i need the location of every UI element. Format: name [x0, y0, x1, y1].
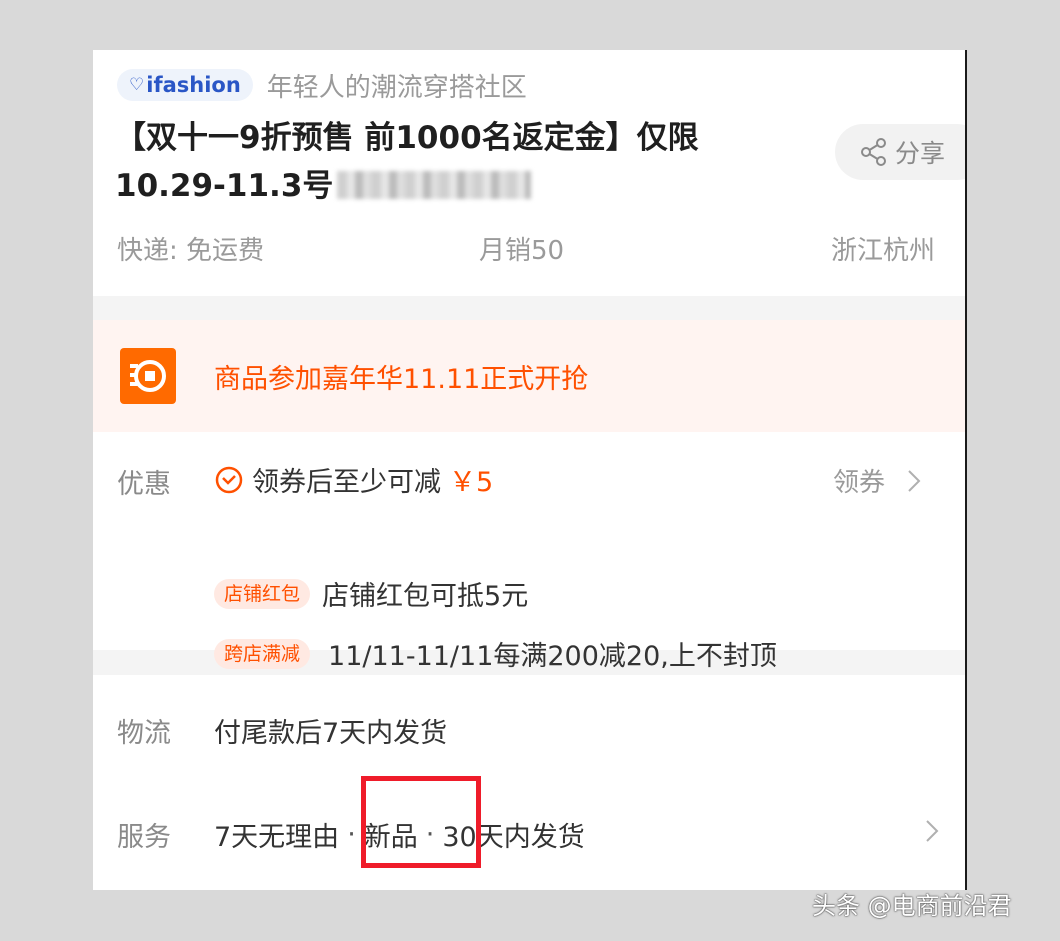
meta-row: 快递: 免运费 月销50 浙江杭州 — [117, 230, 935, 267]
product-title: 【双十一9折预售 前1000名返定金】仅限 10.29-11.3号 — [115, 114, 805, 210]
brand-slogan: 年轻人的潮流穿搭社区 — [266, 72, 527, 103]
coupon-text: 领券后至少可减 — [252, 467, 441, 498]
ship-location: 浙江杭州 — [830, 236, 935, 266]
brand-name: ifashion — [146, 73, 241, 97]
offer-tag: 跨店满减 — [214, 638, 311, 669]
ifashion-logo-icon: ♡ — [129, 75, 145, 95]
offers-label: 优惠 — [117, 469, 171, 500]
promo-text: 商品参加嘉年华11.11正式开抢 — [214, 364, 589, 395]
offer-tag: 店铺红包 — [214, 578, 311, 609]
share-label: 分享 — [895, 139, 946, 168]
product-header-card: ♡ ifashion 年轻人的潮流穿搭社区 【双十一9折预售 前1000名返定金… — [93, 50, 965, 296]
blurred-text — [337, 171, 532, 199]
coupon-arrow-icon — [215, 466, 243, 493]
share-icon — [861, 138, 886, 166]
share-button[interactable]: 分享 — [835, 124, 965, 180]
chevron-right-icon[interactable] — [925, 819, 939, 843]
annotation-highlight-box — [361, 776, 481, 868]
product-title-line1: 【双十一9折预售 前1000名返定金】仅限 — [115, 120, 699, 156]
product-detail-panel: ♡ ifashion 年轻人的潮流穿搭社区 【双十一9折预售 前1000名返定金… — [93, 50, 967, 890]
chevron-right-icon — [908, 469, 921, 492]
offer-text: 11/11-11/11每满200减20,上不封顶 — [328, 641, 777, 672]
service-item: 7天无理由 — [214, 822, 340, 853]
taobao-event-icon — [120, 348, 176, 404]
claim-coupon-button[interactable]: 领券 — [833, 462, 921, 499]
offer-text: 店铺红包可抵5元 — [322, 581, 529, 612]
watermark: 头条 @电商前沿君 — [812, 892, 1012, 920]
separator-dot: · — [347, 819, 356, 850]
shipping-fee: 快递: 免运费 — [117, 236, 265, 266]
offer-row-cross-store: 跨店满减 11/11-11/11每满200减20,上不封顶 — [214, 634, 777, 673]
product-title-line2-wrap: 10.29-11.3号 — [115, 162, 805, 210]
logistics-label: 物流 — [117, 718, 171, 749]
monthly-sales: 月销50 — [479, 236, 565, 266]
offers-card: 优惠 领券后至少可减 ￥5 领券 店铺红包 店铺红包可抵5元 跨店满减 11/1… — [93, 432, 965, 672]
coupon-line[interactable]: 领券后至少可减 ￥5 — [214, 460, 493, 499]
claim-label: 领券 — [833, 468, 886, 498]
offer-row-shop-redpacket: 店铺红包 店铺红包可抵5元 — [214, 574, 528, 613]
product-title-line2: 10.29-11.3号 — [115, 168, 334, 204]
promo-banner[interactable]: 商品参加嘉年华11.11正式开抢 — [93, 320, 965, 432]
logistics-value: 付尾款后7天内发货 — [214, 718, 448, 749]
shipping-service-card: 物流 付尾款后7天内发货 服务 7天无理由 · 新品 · 30天内发货 — [93, 675, 965, 890]
coupon-amount: ￥5 — [449, 467, 494, 498]
brand-row: ♡ ifashion 年轻人的潮流穿搭社区 — [117, 68, 527, 103]
brand-badge[interactable]: ♡ ifashion — [117, 69, 253, 101]
service-label: 服务 — [117, 822, 171, 853]
